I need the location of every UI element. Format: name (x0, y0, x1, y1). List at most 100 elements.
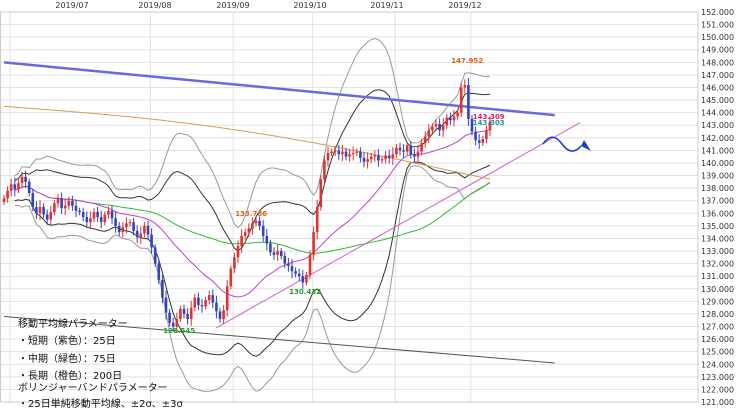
y-tick-label: 129.000 (701, 297, 734, 306)
candle-body (53, 203, 56, 213)
y-tick-label: 122.000 (701, 385, 734, 394)
candle-body (45, 214, 49, 220)
candle-body (128, 222, 132, 224)
candle-body (38, 207, 42, 214)
candle-body (67, 200, 71, 206)
candle-body (330, 151, 333, 153)
candle-body (279, 251, 283, 257)
price-annotation: 143.303 (473, 119, 505, 127)
candle-body (121, 227, 125, 233)
x-tick-label: 2019/08 (138, 1, 171, 10)
candle-body (20, 176, 24, 184)
candle-body (474, 131, 477, 141)
y-tick-label: 147.000 (701, 71, 734, 80)
candle-body (179, 308, 182, 319)
candle-body (153, 247, 157, 264)
ma-legend-item: ・短期（紫色）：25日 (18, 334, 116, 347)
candle-body (337, 150, 341, 155)
candle-body (265, 235, 269, 244)
candle-body (114, 218, 117, 226)
x-tick-label: 2019/09 (216, 1, 249, 10)
candle-body (31, 193, 35, 207)
candle-body (427, 130, 431, 137)
price-annotation: 130.432 (289, 288, 321, 296)
candle-body (229, 268, 233, 287)
candle-body (431, 126, 434, 131)
candle-body (24, 176, 27, 182)
x-tick-label: 2019/10 (293, 1, 326, 10)
candle-body (463, 84, 467, 88)
candle-body (117, 225, 121, 233)
candle-body (355, 151, 359, 153)
candle-body (197, 297, 200, 306)
candle-body (240, 235, 243, 246)
candle-body (215, 302, 218, 312)
candle-body (96, 212, 99, 218)
candle-body (344, 151, 348, 157)
candle-body (449, 117, 452, 121)
candle-body (377, 155, 380, 161)
candle-body (387, 155, 391, 158)
candle-body (222, 310, 225, 319)
ma-legend-title: 移動平均線パラメーター (18, 317, 128, 330)
candle-body (243, 232, 247, 236)
candle-body (103, 214, 107, 223)
candle-body (251, 223, 254, 229)
candle-body (17, 183, 20, 190)
candle-body (132, 222, 135, 231)
y-tick-label: 123.000 (701, 373, 734, 382)
candle-body (341, 151, 344, 155)
bb-legend-item: ・25日単純移動平均線、±2σ、±3σ (18, 397, 184, 410)
candle-body (373, 155, 377, 157)
candle-body (125, 223, 128, 228)
candle-body (146, 225, 150, 235)
y-tick-label: 149.000 (701, 46, 734, 55)
candle-body (312, 232, 315, 255)
chart-container: 147.952 133.786 130.432 126.545 143.309 143.3… (0, 0, 740, 411)
candle-body (297, 273, 301, 277)
y-tick-label: 133.000 (701, 247, 734, 256)
candle-body (74, 205, 78, 211)
candle-body (459, 87, 463, 113)
candle-body (445, 117, 449, 126)
candle-body (319, 179, 323, 207)
x-tick-label: 2019/12 (448, 1, 481, 10)
y-tick-label: 138.000 (701, 184, 734, 193)
candle-body (362, 157, 366, 162)
candle-body (308, 254, 312, 275)
candle-body (348, 154, 351, 157)
ma-legend-item: ・中期（緑色）：75日 (18, 352, 116, 365)
y-tick-label: 134.000 (701, 234, 734, 243)
candle-body (110, 210, 114, 219)
candle-body (290, 266, 294, 272)
y-tick-label: 143.000 (701, 121, 734, 130)
candle-body (485, 130, 488, 140)
y-tick-label: 124.000 (701, 360, 734, 369)
candle-body (413, 154, 416, 157)
y-tick-label: 150.000 (701, 33, 734, 42)
price-annotation: 126.545 (163, 327, 195, 335)
price-annotation: 133.786 (235, 210, 267, 218)
candle-body (225, 286, 229, 311)
candle-body (6, 190, 9, 199)
y-tick-label: 151.000 (701, 21, 734, 30)
candle-body (143, 225, 146, 234)
candle-body (359, 151, 362, 158)
candle-body (452, 116, 456, 121)
y-tick-label: 126.000 (701, 335, 734, 344)
candle-body (182, 308, 186, 314)
candle-body (351, 152, 355, 155)
candle-body (434, 123, 438, 127)
candle-body (204, 300, 207, 307)
y-tick-label: 137.000 (701, 197, 734, 206)
candle-body (261, 225, 265, 236)
forecast-arrowhead-icon (581, 140, 591, 151)
candle-body (391, 154, 395, 158)
candle-body (135, 230, 139, 238)
candle-body (218, 311, 222, 319)
y-tick-label: 142.000 (701, 134, 734, 143)
candle-body (272, 252, 276, 255)
forecast-arrow-icon (542, 136, 582, 152)
candle-body (13, 184, 17, 190)
candle-body (301, 276, 305, 283)
